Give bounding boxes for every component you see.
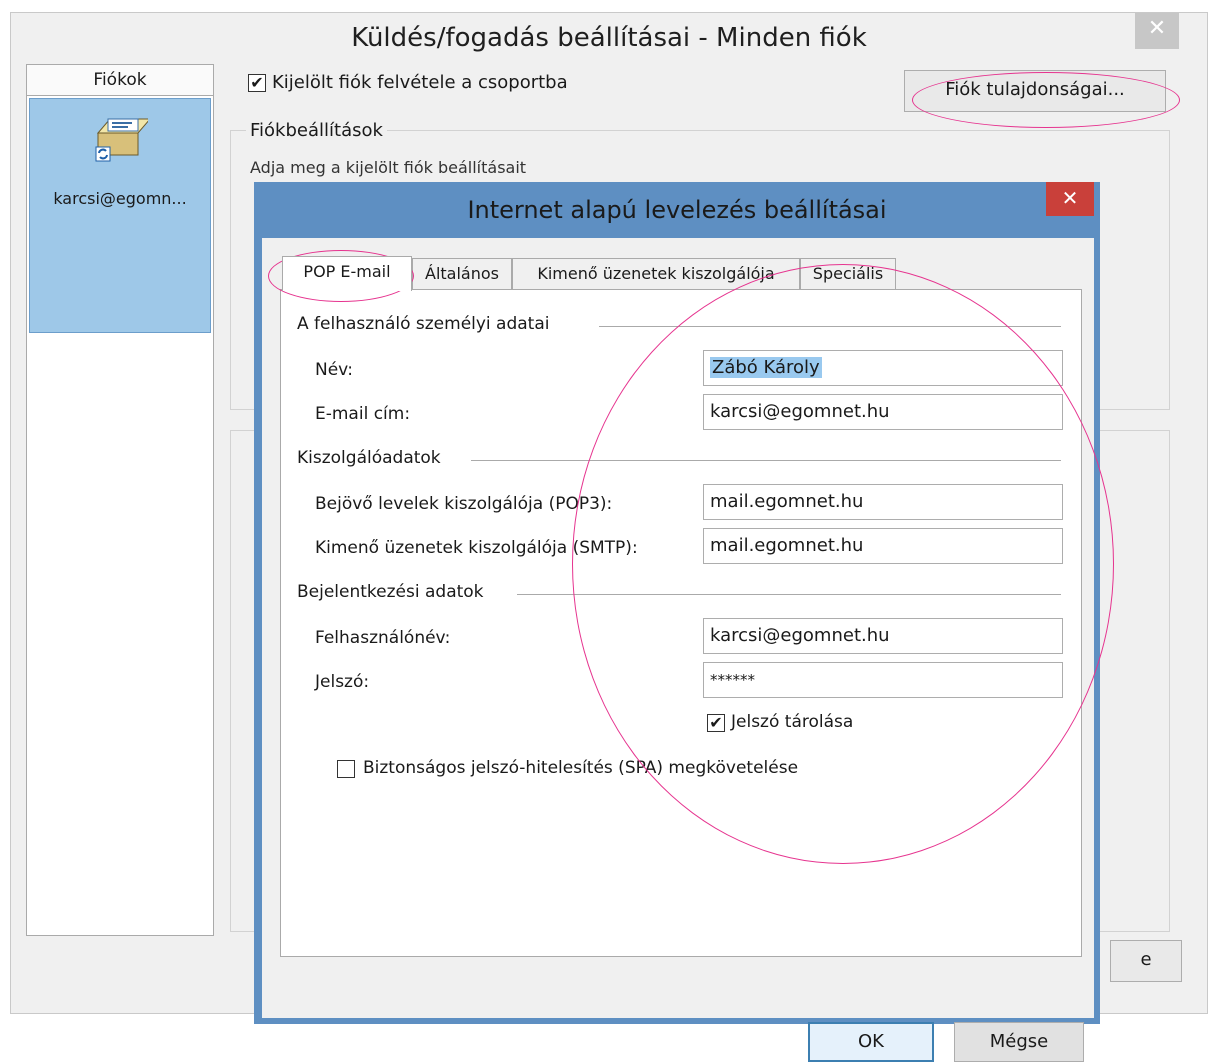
ok-button[interactable]: OK [808, 1022, 934, 1062]
username-input[interactable]: karcsi@egomnet.hu [703, 618, 1063, 654]
name-label: Név: [315, 360, 354, 380]
spa-checkbox[interactable] [337, 760, 355, 778]
password-input[interactable]: ****** [703, 662, 1063, 698]
accounts-list: Fiókok karcsi@egomn... [26, 64, 214, 936]
email-input[interactable]: karcsi@egomnet.hu [703, 394, 1063, 430]
account-settings-description: Adja meg a kijelölt fiók beállításait [250, 158, 527, 177]
mail-account-icon [95, 118, 148, 162]
internet-email-settings-dialog: Internet alapú levelezés beállításai ✕ P… [254, 182, 1100, 1062]
login-info-section-title: Bejelentkezési adatok [297, 582, 484, 602]
password-label: Jelszó: [315, 672, 370, 692]
incoming-server-label: Bejövő levelek kiszolgálója (POP3): [315, 494, 613, 514]
include-in-group-checkbox[interactable]: ✔ [248, 74, 266, 92]
name-value: Zábó Károly [710, 357, 822, 378]
cancel-button[interactable]: Mégse [954, 1022, 1084, 1062]
close-icon[interactable]: ✕ [1135, 13, 1179, 49]
section-divider [599, 326, 1061, 327]
user-info-section-title: A felhasználó személyi adatai [297, 314, 550, 334]
outgoing-server-label: Kimenő üzenetek kiszolgálója (SMTP): [315, 538, 638, 558]
close-icon[interactable]: ✕ [1046, 182, 1094, 216]
outgoing-server-input[interactable]: mail.egomnet.hu [703, 528, 1063, 564]
window-title: Küldés/fogadás beállításai - Minden fiók [351, 23, 867, 53]
account-name: karcsi@egomn... [53, 189, 187, 208]
incoming-server-input[interactable]: mail.egomnet.hu [703, 484, 1063, 520]
spa-label: Biztonságos jelszó-hitelesítés (SPA) meg… [363, 758, 799, 778]
accounts-header: Fiókok [27, 65, 213, 96]
tab-advanced[interactable]: Speciális [800, 258, 896, 289]
username-label: Felhasználónév: [315, 628, 451, 648]
account-settings-title: Fiókbeállítások [246, 120, 387, 141]
tab-outgoing-server[interactable]: Kimenő üzenetek kiszolgálója [512, 258, 800, 289]
tab-general[interactable]: Általános [412, 258, 512, 289]
remember-password-checkbox[interactable]: ✔ [707, 714, 725, 732]
dialog-title: Internet alapú levelezés beállításai [467, 196, 887, 224]
server-info-section-title: Kiszolgálóadatok [297, 448, 441, 468]
pop-email-panel: A felhasználó személyi adatai Név: Zábó … [280, 289, 1082, 957]
account-list-item[interactable]: karcsi@egomn... [29, 98, 211, 333]
section-divider [517, 594, 1061, 595]
name-input[interactable]: Zábó Károly [703, 350, 1063, 386]
section-divider [471, 460, 1061, 461]
include-in-group-label: Kijelölt fiók felvétele a csoportba [272, 72, 568, 93]
email-label: E-mail cím: [315, 404, 411, 424]
close-button[interactable]: e [1110, 940, 1182, 982]
account-properties-button[interactable]: Fiók tulajdonságai... [904, 70, 1166, 112]
tab-pop-email[interactable]: POP E-mail [282, 256, 412, 291]
dialog-body: POP E-mail Általános Kimenő üzenetek kis… [262, 238, 1094, 1062]
remember-password-label: Jelszó tárolása [731, 712, 854, 732]
